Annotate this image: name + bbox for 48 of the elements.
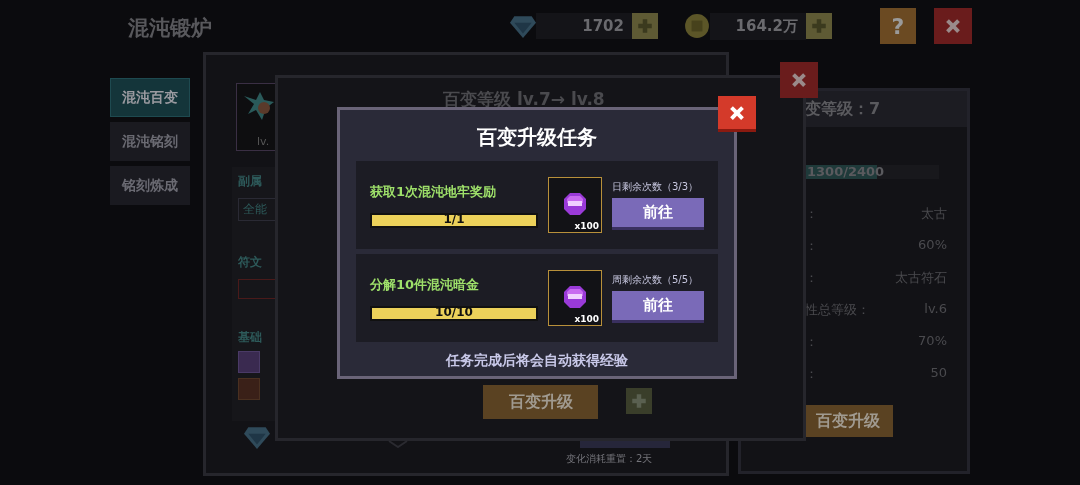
plus-icon [630, 392, 648, 410]
trait-icon [238, 351, 260, 373]
upgrade-button[interactable]: 百变升级 [803, 405, 893, 437]
trait-icon [238, 378, 260, 400]
item-level: lv. [257, 135, 270, 148]
reward-count: x100 [574, 221, 599, 231]
dialog-footer-note: 任务完成后将会自动获得经验 [446, 352, 628, 370]
reward-count: x100 [574, 314, 599, 324]
stat-value: 60% [918, 237, 947, 254]
currency-amount: 164.2万 [710, 12, 806, 40]
stat-value: 50 [930, 365, 947, 382]
stat-label: ： [805, 205, 818, 223]
dialog-title: 百变升级任务 [477, 124, 597, 151]
page-title: 混沌锻炉 [128, 15, 212, 42]
gem-icon [510, 13, 536, 39]
stat-label: ： [805, 333, 818, 351]
currency-amount: 1702 [536, 13, 632, 39]
remaining-count: 周剩余次数（5/5） [612, 273, 700, 287]
side-tab[interactable]: 混沌铭刻 [110, 122, 190, 161]
stat-label: ： [805, 237, 818, 255]
coin-icon [684, 13, 710, 39]
section-label: 符文 [238, 255, 262, 269]
stat-label: ： [805, 269, 818, 287]
upgrade-button[interactable]: 百变升级 [483, 385, 598, 419]
stat-value: lv.6 [924, 301, 947, 318]
exp-orb-icon [563, 192, 587, 216]
go-button[interactable]: 前往 [612, 198, 704, 230]
add-button[interactable] [626, 388, 652, 414]
section-label: 基础 [238, 329, 263, 346]
task-text: 获取1次混沌地牢奖励 [370, 182, 498, 201]
add-button[interactable] [632, 13, 658, 39]
stat-value: 70% [918, 333, 947, 350]
help-button[interactable]: ? [880, 8, 916, 44]
exp-orb-icon [563, 285, 587, 309]
go-button[interactable]: 前往 [612, 291, 704, 323]
reset-note: 变化消耗重置：2天 [566, 452, 653, 466]
stat-label: ： [805, 365, 818, 383]
plus-icon [810, 17, 828, 35]
gem-icon [244, 425, 270, 449]
close-button[interactable] [718, 96, 756, 132]
remaining-count: 日剩余次数（3/3） [612, 180, 700, 194]
side-tab[interactable]: 混沌百变 [110, 78, 190, 117]
side-tab[interactable]: 铭刻炼成 [110, 166, 190, 205]
add-button[interactable] [806, 13, 832, 39]
section-label: 副属 [238, 173, 263, 190]
exp-reading: 1300/2400 [807, 164, 885, 179]
task-text: 分解10件混沌暗金 [370, 275, 481, 294]
plus-icon [636, 17, 654, 35]
